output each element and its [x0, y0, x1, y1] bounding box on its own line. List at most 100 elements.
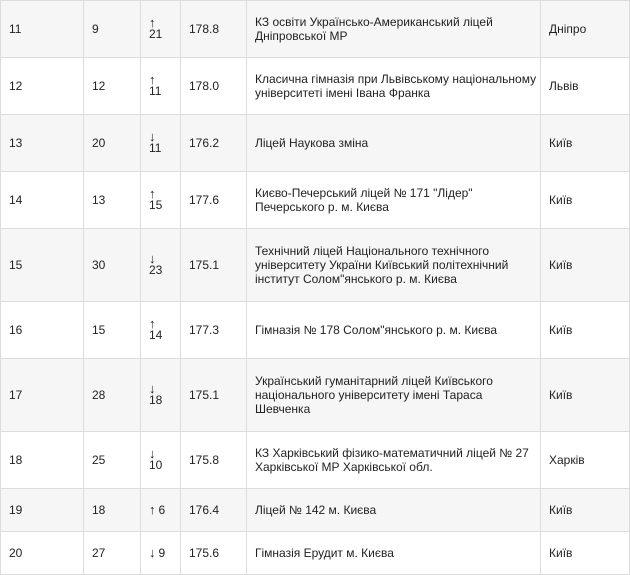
rank-change-value: 11 [149, 83, 162, 98]
city-cell: Київ [540, 301, 630, 359]
score-cell: 176.4 [180, 488, 247, 532]
rank-change-value: 11 [149, 140, 162, 155]
rank-cell: 14 [0, 171, 84, 229]
rank-change-cell: ↑ 14 [140, 301, 181, 359]
table-row: 17 28 ↓ 18 175.1 Український гуманітарний… [0, 358, 630, 432]
rank-cell: 17 [0, 358, 84, 432]
rank-change-arrow-icon: ↓ [149, 128, 156, 144]
rank-cell: 12 [0, 57, 84, 115]
rank-change-value: 10 [149, 457, 163, 472]
rank-value: 12 [9, 79, 23, 93]
table-row: 15 30 ↓ 23 175.1 Технічний ліцей Націонал… [0, 228, 630, 302]
previous-rank-value: 15 [92, 323, 106, 337]
city-cell: Львів [540, 57, 630, 115]
rank-change: ↑ 11 [149, 71, 162, 98]
school-name: Ліцей № 142 м. Києва [255, 503, 377, 517]
rank-change: ↑ 6 [149, 502, 166, 518]
score-cell: 175.1 [180, 358, 247, 432]
school-name-cell: Гімназія Ерудит м. Києва [246, 531, 541, 575]
rank-change-value: 18 [149, 392, 163, 407]
school-name: Гімназія № 178 Солом"янського р. м. Києв… [255, 323, 498, 337]
table-row: 19 18 ↑ 6 176.4 Ліцей № 142 м. Києва Київ [0, 488, 630, 532]
rank-cell: 16 [0, 301, 84, 359]
rank-change-arrow-icon: ↓ [149, 545, 156, 560]
rank-change-cell: ↑ 6 [140, 488, 181, 532]
city-cell: Київ [540, 228, 630, 302]
score-cell: 175.1 [180, 228, 247, 302]
school-name: Український гуманітарний ліцей Київськог… [255, 374, 493, 416]
previous-rank-value: 25 [92, 453, 106, 467]
rank-value: 16 [9, 323, 23, 337]
school-name-cell: Ліцей № 142 м. Києва [246, 488, 541, 532]
score-value: 177.6 [189, 193, 220, 207]
city-cell: Київ [540, 171, 630, 229]
rank-change-arrow-icon: ↑ [149, 71, 156, 87]
city-name: Київ [549, 136, 573, 150]
city-cell: Київ [540, 114, 630, 172]
school-name: КЗ освіти Українсько-Американський ліцей… [255, 15, 493, 43]
rank-change: ↓ 23 [149, 250, 162, 277]
rank-change: ↓ 10 [149, 445, 163, 472]
table-row: 13 20 ↓ 11 176.2 Ліцей Наукова зміна Київ [0, 114, 630, 172]
rank-value: 19 [9, 503, 23, 517]
rank-cell: 13 [0, 114, 84, 172]
score-value: 176.2 [189, 136, 220, 150]
rank-change: ↑ 15 [149, 187, 162, 212]
previous-rank-cell: 27 [83, 531, 141, 575]
rank-change: ↓ 18 [149, 382, 163, 407]
score-value: 175.1 [189, 388, 220, 402]
table-row: 20 27 ↓ 9 175.6 Гімназія Ерудит м. Києва … [0, 531, 630, 575]
city-name: Київ [549, 503, 573, 517]
city-cell: Київ [540, 488, 630, 532]
city-cell: Київ [540, 531, 630, 575]
rank-value: 15 [9, 258, 23, 272]
city-cell: Дніпро [540, 0, 630, 58]
score-cell: 177.6 [180, 171, 247, 229]
rank-cell: 11 [0, 0, 84, 58]
city-name: Київ [549, 323, 573, 337]
previous-rank-cell: 25 [83, 431, 141, 489]
rank-value: 11 [9, 22, 22, 36]
rank-value: 18 [9, 453, 23, 467]
rank-change-arrow-icon: ↑ [149, 502, 156, 517]
rank-value: 13 [9, 136, 23, 150]
school-name-cell: Український гуманітарний ліцей Київськог… [246, 358, 541, 432]
previous-rank-value: 12 [92, 79, 106, 93]
previous-rank-value: 20 [92, 136, 106, 150]
score-value: 175.6 [189, 546, 220, 560]
score-value: 178.8 [189, 22, 220, 36]
rank-change-arrow-icon: ↓ [149, 445, 156, 461]
school-name-cell: Києво-Печерський ліцей № 171 "Лідер" Печ… [246, 171, 541, 229]
score-value: 178.0 [189, 79, 220, 93]
rank-change-cell: ↓ 10 [140, 431, 181, 489]
rank-cell: 20 [0, 531, 84, 575]
rank-change-cell: ↓ 11 [140, 114, 181, 172]
score-cell: 177.3 [180, 301, 247, 359]
previous-rank-cell: 13 [83, 171, 141, 229]
score-cell: 175.8 [180, 431, 247, 489]
previous-rank-cell: 20 [83, 114, 141, 172]
previous-rank-cell: 18 [83, 488, 141, 532]
table-row: 18 25 ↓ 10 175.8 КЗ Харківський фізико-ма… [0, 431, 630, 489]
previous-rank-value: 27 [92, 546, 106, 560]
city-name: Харків [549, 453, 585, 467]
school-name-cell: Класична гімназія при Львівському націон… [246, 57, 541, 115]
previous-rank-value: 28 [92, 388, 106, 402]
rank-change-value: 6 [158, 503, 166, 517]
rank-change: ↑ 21 [149, 16, 163, 41]
rank-change: ↑ 14 [149, 317, 163, 342]
previous-rank-value: 18 [92, 503, 106, 517]
score-cell: 178.8 [180, 0, 247, 58]
score-value: 176.4 [189, 503, 220, 517]
rank-change: ↓ 9 [149, 545, 165, 561]
rank-change-arrow-icon: ↓ [149, 250, 156, 266]
school-name-cell: КЗ Харківський фізико-математичний ліцей… [246, 431, 541, 489]
school-name: Ліцей Наукова зміна [255, 136, 369, 150]
rank-change-value: 14 [149, 327, 163, 342]
school-name-cell: Ліцей Наукова зміна [246, 114, 541, 172]
city-name: Львів [549, 79, 579, 93]
rank-change-value: 21 [149, 26, 163, 41]
table-row: 16 15 ↑ 14 177.3 Гімназія № 178 Солом"янс… [0, 301, 630, 359]
school-name: Технічний ліцей Національного технічного… [255, 244, 509, 286]
city-name: Київ [549, 546, 573, 560]
